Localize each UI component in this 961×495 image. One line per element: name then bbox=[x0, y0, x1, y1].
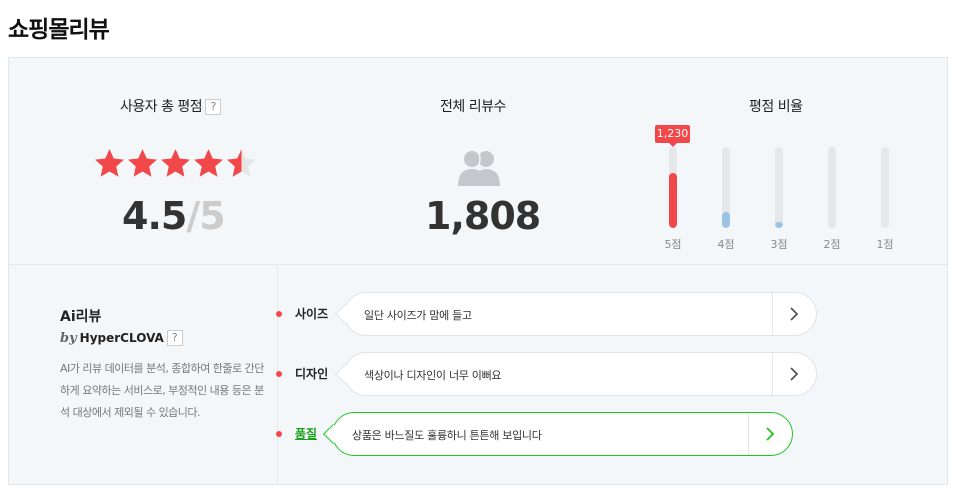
half-star-icon bbox=[227, 149, 256, 177]
ai-review-title: Ai리뷰 bbox=[60, 309, 102, 325]
topic-summary-text: 일단 사이즈가 맘에 들고 bbox=[364, 309, 472, 322]
score-title: 사용자 총 평점? bbox=[120, 96, 222, 116]
topic-summary-text: 색상이나 디자인이 너무 이뻐요 bbox=[364, 369, 502, 382]
ai-brand: by HyperCLOVA? bbox=[60, 330, 183, 346]
people-icon bbox=[458, 151, 500, 186]
rating-bar-track bbox=[828, 147, 836, 228]
rating-bar-label: 5점 bbox=[664, 238, 682, 251]
bubble-tail bbox=[335, 364, 355, 384]
rating-bar-label: 2점 bbox=[823, 238, 841, 251]
ai-topic-row: 디자인 색상이나 디자인이 너무 이뻐요 bbox=[274, 352, 817, 396]
rating-bar-fill bbox=[669, 173, 677, 228]
review-count-title: 전체 리뷰수 bbox=[440, 99, 506, 115]
ai-topic-row: 사이즈 일단 사이즈가 맘에 들고 bbox=[274, 292, 817, 336]
distribution-title: 평점 비율 bbox=[749, 99, 803, 115]
star-icon bbox=[95, 149, 124, 177]
rating-bar-label: 1점 bbox=[876, 238, 894, 251]
ai-topic-row: 품질 상품은 바느질도 훌륭하니 튼튼해 보입니다 bbox=[274, 412, 793, 456]
total-review-count: 1,808 bbox=[425, 194, 541, 238]
rating-bar-fill bbox=[775, 222, 783, 228]
topic-bullet bbox=[276, 431, 282, 437]
rating-bar-track bbox=[722, 147, 730, 228]
score-max: 5 bbox=[199, 194, 225, 238]
score-value: 4.5 bbox=[122, 194, 187, 238]
topic-label[interactable]: 품질 bbox=[295, 425, 317, 442]
help-icon[interactable]: ? bbox=[205, 99, 222, 115]
topic-label[interactable]: 디자인 bbox=[295, 365, 328, 382]
topic-summary-bubble[interactable]: 상품은 바느질도 훌륭하니 튼튼해 보입니다 bbox=[323, 412, 793, 456]
rating-bar-label: 3점 bbox=[770, 238, 788, 251]
chevron-right-icon[interactable] bbox=[748, 413, 792, 455]
review-summary-panel: 사용자 총 평점? 4.5/5 전체 리뷰수 1,808 평점 비율 1,230… bbox=[8, 57, 948, 485]
star-icon bbox=[161, 149, 190, 177]
rating-bar-track bbox=[775, 147, 783, 228]
rating-bar-track bbox=[669, 147, 677, 228]
topic-bullet bbox=[276, 371, 282, 377]
review-stats: 사용자 총 평점? 4.5/5 전체 리뷰수 1,808 평점 비율 1,230… bbox=[9, 58, 947, 265]
topic-summary-bubble[interactable]: 색상이나 디자인이 너무 이뻐요 bbox=[335, 352, 817, 396]
topic-summary-bubble[interactable]: 일단 사이즈가 맘에 들고 bbox=[335, 292, 817, 336]
bubble-tail bbox=[323, 424, 343, 444]
topic-summary-text: 상품은 바느질도 훌륭하니 튼튼해 보입니다 bbox=[352, 429, 542, 442]
average-score: 4.5/5 bbox=[122, 194, 226, 238]
score-slash: / bbox=[186, 194, 200, 238]
ai-review-description: AI가 리뷰 데이터를 분석, 종합하여 한줄로 간단하게 요약하는 서비스로,… bbox=[60, 362, 264, 419]
score-title-label: 사용자 총 평점 bbox=[120, 99, 203, 115]
ai-review-info: Ai리뷰 by HyperCLOVA? AI가 리뷰 데이터를 분석, 종합하여 … bbox=[9, 266, 278, 485]
rating-bar-fill bbox=[722, 212, 730, 228]
chevron-right-icon[interactable] bbox=[772, 293, 816, 335]
topic-bullet bbox=[276, 311, 282, 317]
rating-count-tooltip: 1,230 bbox=[655, 125, 690, 147]
help-icon[interactable]: ? bbox=[166, 330, 183, 346]
brand-name: HyperCLOVA bbox=[79, 331, 164, 345]
topic-label[interactable]: 사이즈 bbox=[295, 305, 328, 322]
rating-bar-label: 4점 bbox=[717, 238, 735, 251]
star-icon bbox=[128, 149, 157, 177]
star-rating bbox=[93, 147, 263, 183]
rating-bar-track bbox=[881, 147, 889, 228]
page-title: 쇼핑몰리뷰 bbox=[8, 17, 110, 43]
star-icon bbox=[194, 149, 223, 177]
bubble-tail bbox=[335, 304, 355, 324]
brand-by: by bbox=[60, 331, 77, 346]
chevron-right-icon[interactable] bbox=[772, 353, 816, 395]
